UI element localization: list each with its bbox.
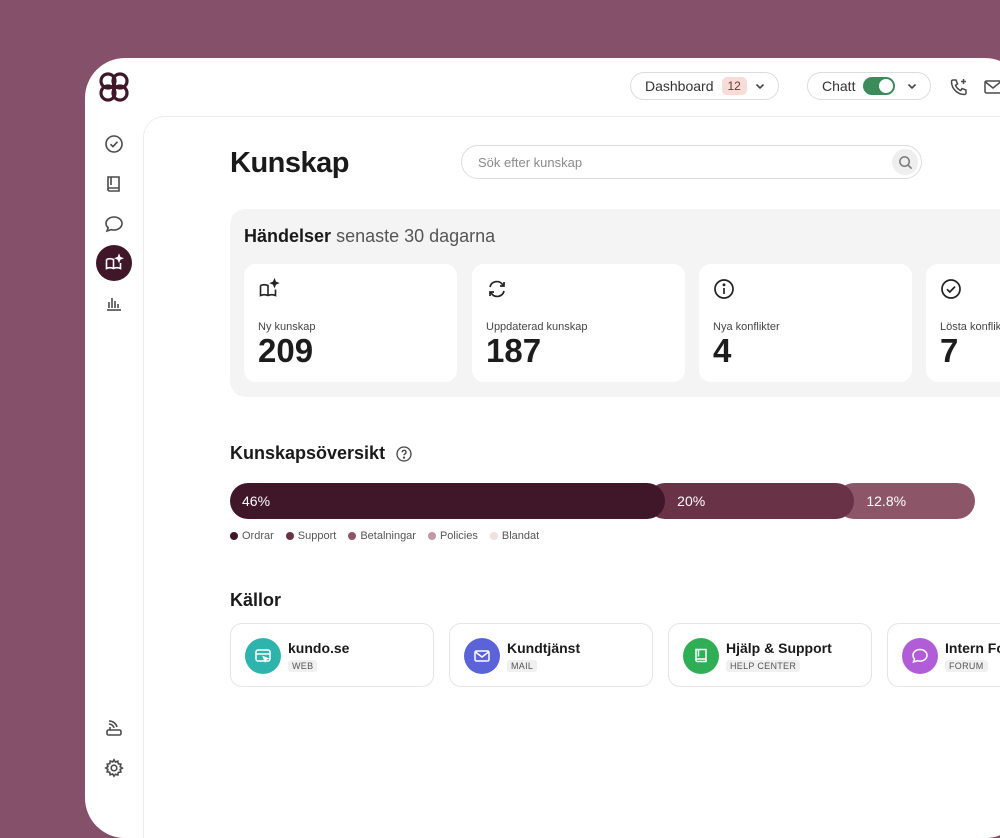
- router-icon: [106, 720, 122, 736]
- events-title: Händelser senaste 30 dagarna: [244, 226, 495, 247]
- refresh-icon: [489, 280, 505, 298]
- chevron-down-icon: [907, 83, 917, 90]
- nav-tasks[interactable]: [96, 126, 132, 162]
- search-input[interactable]: [476, 153, 880, 171]
- source-card-help-center[interactable]: Hjälp & Support HELP CENTER: [668, 623, 872, 687]
- legend-label: Ordrar: [242, 530, 274, 542]
- source-name: Hjälp & Support: [726, 640, 832, 656]
- chat-toggle[interactable]: [863, 77, 896, 95]
- overview-segment[interactable]: 46%: [230, 483, 666, 519]
- source-type-tag: HELP CENTER: [726, 660, 801, 672]
- events-title-period: senaste 30 dagarna: [336, 226, 496, 246]
- book-sparkle-icon: [105, 253, 124, 270]
- kundo-logo[interactable]: [97, 70, 131, 104]
- overview-title-text: Kunskapsöversikt: [230, 443, 386, 463]
- mail-icon: [474, 650, 490, 662]
- dashboard-dropdown[interactable]: Dashboard 12: [630, 72, 779, 100]
- legend-item: Support: [285, 530, 337, 542]
- chat-label: Chatt: [822, 78, 856, 94]
- book-icon: [695, 648, 707, 663]
- source-icon-badge: [683, 638, 719, 674]
- source-icon-badge: [245, 638, 281, 674]
- sources-title: Källor: [230, 590, 282, 610]
- stat-card-new-knowledge[interactable]: Ny kunskap 209: [244, 264, 457, 382]
- source-card-web[interactable]: kundo.se WEB: [230, 623, 434, 687]
- source-icon-badge: [902, 638, 938, 674]
- check-circle-icon: [941, 279, 961, 299]
- search-icon: [898, 155, 912, 169]
- legend-item: Blandat: [489, 530, 540, 542]
- app-window: Dashboard 12 Chatt Kunskap Händelser sen…: [85, 58, 1000, 838]
- stat-value: 4: [713, 332, 732, 369]
- stat-card-resolved-conflicts[interactable]: Lösta konflikter 7: [926, 264, 1000, 382]
- overview-segment[interactable]: 20%: [647, 483, 855, 519]
- chat-dropdown[interactable]: Chatt: [807, 72, 931, 100]
- search-button[interactable]: [892, 149, 918, 175]
- legend-item: Ordrar: [230, 530, 274, 542]
- source-card-mail[interactable]: Kundtjänst MAIL: [449, 623, 653, 687]
- nav-settings[interactable]: [96, 750, 132, 786]
- source-type-tag: MAIL: [507, 660, 538, 672]
- legend-label: Support: [297, 530, 337, 542]
- overview-legend: Ordrar Support Betalningar Policies Blan…: [230, 530, 539, 542]
- phone-add-icon[interactable]: [949, 77, 969, 97]
- stat-card-new-conflicts[interactable]: Nya konflikter 4: [699, 264, 912, 382]
- chevron-down-icon: [755, 83, 765, 90]
- gear-icon: [104, 758, 124, 778]
- legend-label: Policies: [439, 530, 478, 542]
- chat-icon: [912, 648, 928, 664]
- stat-value: 187: [486, 332, 542, 369]
- search-bar[interactable]: [461, 145, 922, 179]
- overview-segment[interactable]: 12.8%: [836, 483, 976, 519]
- dashboard-count-badge: 12: [721, 77, 747, 95]
- info-icon: [714, 279, 734, 299]
- bar-chart-icon: [107, 298, 121, 311]
- help-circle-icon[interactable]: [396, 446, 412, 462]
- book-sparkle-icon: [259, 278, 280, 297]
- stat-value: 209: [258, 332, 314, 369]
- stat-value: 7: [940, 332, 959, 369]
- legend-item: Policies: [427, 530, 478, 542]
- source-name: Kundtjänst: [507, 640, 581, 656]
- source-type-tag: FORUM: [945, 660, 988, 672]
- chat-bubble-icon: [105, 216, 123, 233]
- source-card-forum[interactable]: Intern Forum FORUM: [887, 623, 1000, 687]
- source-icon-badge: [464, 638, 500, 674]
- events-panel: Händelser senaste 30 dagarna Ny kunskap …: [230, 209, 1000, 397]
- mail-icon[interactable]: [983, 77, 1000, 97]
- web-icon: [255, 649, 271, 663]
- legend-label: Betalningar: [360, 530, 416, 542]
- source-name: kundo.se: [288, 640, 350, 656]
- source-name: Intern Forum: [945, 640, 1000, 656]
- legend-item: Betalningar: [348, 530, 416, 542]
- source-type-tag: WEB: [288, 660, 318, 672]
- nav-conversations[interactable]: [96, 206, 132, 242]
- legend-label: Blandat: [501, 530, 540, 542]
- page-title: Kunskap: [230, 147, 349, 179]
- nav-integrations[interactable]: [96, 710, 132, 746]
- nav-statistics[interactable]: [96, 285, 132, 321]
- stat-card-updated-knowledge[interactable]: Uppdaterad kunskap 187: [472, 264, 685, 382]
- dashboard-label: Dashboard: [645, 78, 714, 94]
- events-title-bold: Händelser: [244, 226, 332, 246]
- book-icon: [107, 176, 120, 192]
- nav-knowledge[interactable]: [96, 245, 132, 281]
- nav-library[interactable]: [96, 166, 132, 202]
- check-circle-icon: [105, 135, 123, 153]
- overview-title: Kunskapsöversikt: [230, 443, 412, 464]
